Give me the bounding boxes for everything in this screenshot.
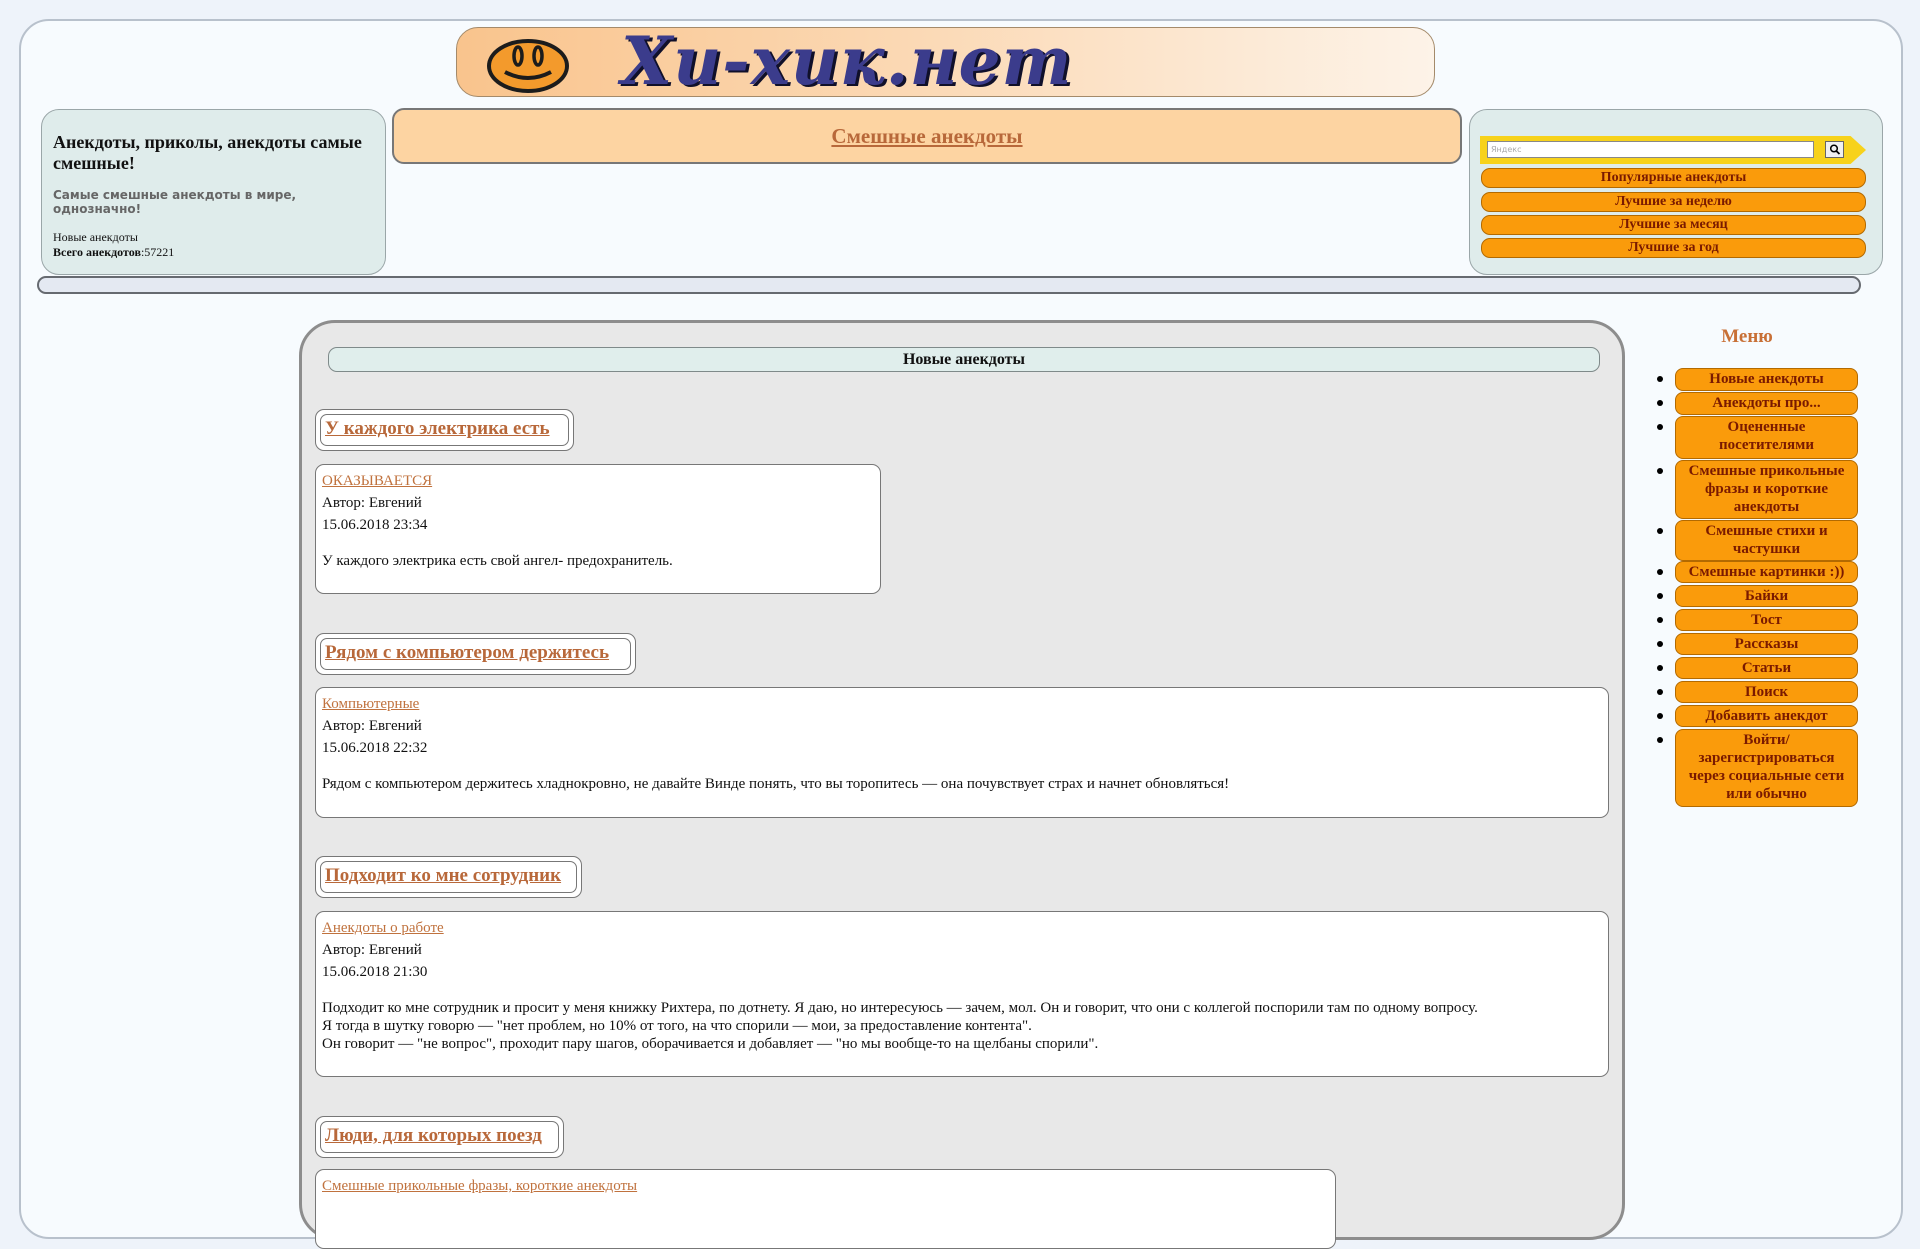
- joke-category-link[interactable]: Компьютерные: [322, 696, 419, 712]
- best-year-button[interactable]: Лучшие за год: [1481, 238, 1866, 258]
- bullet-icon: [1657, 569, 1663, 575]
- joke-date: 15.06.2018 21:30: [322, 964, 428, 980]
- menu-button-funny-poems[interactable]: Смешные стихи и частушки: [1675, 520, 1858, 561]
- popular-jokes-button[interactable]: Популярные анекдоты: [1481, 168, 1866, 188]
- bullet-icon: [1657, 424, 1663, 430]
- site-title: Анекдоты, приколы, анекдоты самые смешны…: [53, 132, 362, 173]
- menu-button-search[interactable]: Поиск: [1675, 681, 1858, 703]
- site-tagline: Самые смешные анекдоты в мире, однозначн…: [53, 188, 297, 216]
- bullet-icon: [1657, 528, 1663, 534]
- bullet-icon: [1657, 641, 1663, 647]
- search-icon: [1829, 144, 1841, 155]
- funny-jokes-link[interactable]: Смешные анекдоты: [831, 124, 1022, 148]
- joke-card: Смешные прикольные фразы, короткие анекд…: [315, 1169, 1336, 1249]
- bullet-icon: [1657, 665, 1663, 671]
- section-title: Новые анекдоты: [328, 347, 1600, 372]
- menu-button-new-jokes[interactable]: Новые анекдоты: [1675, 368, 1858, 391]
- menu-button-articles[interactable]: Статьи: [1675, 657, 1858, 679]
- joke-category-link[interactable]: Смешные прикольные фразы, короткие анекд…: [322, 1178, 637, 1194]
- best-week-button[interactable]: Лучшие за неделю: [1481, 192, 1866, 212]
- best-month-button[interactable]: Лучшие за месяц: [1481, 215, 1866, 235]
- menu-title: Меню: [1721, 326, 1773, 347]
- joke-title-link[interactable]: У каждого электрика есть: [325, 418, 550, 439]
- search-input[interactable]: Яндекс: [1487, 141, 1814, 158]
- bullet-icon: [1657, 400, 1663, 406]
- yandex-search: Яндекс: [1480, 136, 1866, 164]
- site-info-box: Анекдоты, приколы, анекдоты самые смешны…: [41, 109, 386, 275]
- bullet-icon: [1657, 468, 1663, 474]
- search-and-top-box: Яндекс Популярные анекдоты Лучшие за нед…: [1469, 109, 1883, 275]
- joke-card: Компьютерные Автор: Евгений 15.06.2018 2…: [315, 687, 1609, 818]
- joke-text: Рядом с компьютером держитесь хладнокров…: [322, 776, 1230, 792]
- menu-button-funny-phrases[interactable]: Смешные прикольные фразы и короткие анек…: [1675, 460, 1858, 519]
- total-jokes-count: Всего анекдотов:57221: [53, 245, 175, 259]
- joke-date: 15.06.2018 23:34: [322, 517, 428, 533]
- menu-button-toast[interactable]: Тост: [1675, 609, 1858, 631]
- bullet-icon: [1657, 713, 1663, 719]
- bullet-icon: [1657, 689, 1663, 695]
- joke-title-box: Подходит ко мне сотрудник: [315, 856, 582, 898]
- joke-title-box: Рядом с компьютером держитесь: [315, 633, 636, 675]
- joke-author: Автор: Евгений: [322, 718, 422, 734]
- bullet-icon: [1657, 617, 1663, 623]
- page-header: Смешные анекдоты: [392, 108, 1462, 164]
- search-button[interactable]: [1825, 141, 1844, 158]
- joke-card: Анекдоты о работе Автор: Евгений 15.06.2…: [315, 911, 1609, 1077]
- joke-title-link[interactable]: Люди, для которых поезд: [325, 1125, 542, 1146]
- bullet-icon: [1657, 376, 1663, 382]
- logo-text: Хи-хик.нет: [621, 27, 1073, 97]
- joke-date: 15.06.2018 22:32: [322, 740, 428, 756]
- joke-text: У каждого электрика есть свой ангел- пре…: [322, 553, 673, 569]
- divider-bar: [37, 276, 1861, 294]
- bullet-icon: [1657, 593, 1663, 599]
- jokes-panel: Новые анекдоты У каждого электрика есть …: [299, 320, 1625, 1249]
- joke-title-link[interactable]: Рядом с компьютером держитесь: [325, 642, 609, 663]
- menu-button-add-joke[interactable]: Добавить анекдот: [1675, 705, 1858, 727]
- menu-button-tales[interactable]: Байки: [1675, 585, 1858, 607]
- site-logo[interactable]: Хи-хик.нет: [456, 27, 1435, 97]
- menu-button-rated[interactable]: Оцененные посетителями: [1675, 416, 1858, 459]
- new-jokes-link[interactable]: Новые анекдоты: [53, 230, 375, 245]
- joke-card: ОКАЗЫВАЕТСЯ Автор: Евгений 15.06.2018 23…: [315, 464, 881, 594]
- joke-author: Автор: Евгений: [322, 942, 422, 958]
- joke-category-link[interactable]: Анекдоты о работе: [322, 920, 444, 936]
- menu-button-funny-pictures[interactable]: Смешные картинки :)): [1675, 561, 1858, 583]
- bullet-icon: [1657, 737, 1663, 743]
- joke-title-box: Люди, для которых поезд: [315, 1116, 564, 1158]
- joke-author: Автор: Евгений: [322, 495, 422, 511]
- menu-button-login[interactable]: Войти/зарегистрироваться через социальны…: [1675, 729, 1858, 807]
- joke-text: Подходит ко мне сотрудник и просит у мен…: [322, 1000, 1478, 1052]
- smiley-logo-icon: [487, 39, 569, 93]
- joke-category-link[interactable]: ОКАЗЫВАЕТСЯ: [322, 473, 432, 489]
- joke-title-link[interactable]: Подходит ко мне сотрудник: [325, 865, 561, 886]
- menu-button-jokes-about[interactable]: Анекдоты про...: [1675, 392, 1858, 415]
- joke-title-box: У каждого электрика есть: [315, 409, 574, 451]
- menu-button-stories[interactable]: Рассказы: [1675, 633, 1858, 655]
